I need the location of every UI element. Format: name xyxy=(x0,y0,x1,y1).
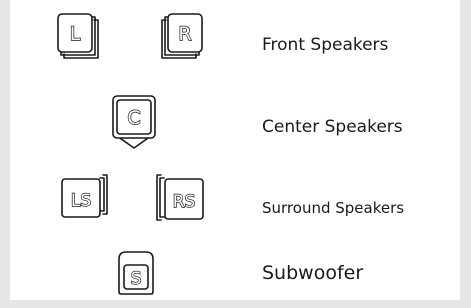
subwoofer-label: Subwoofer xyxy=(262,262,364,284)
svg-text:LS: LS xyxy=(71,191,91,211)
center-speakers-label: Center Speakers xyxy=(262,117,403,137)
svg-text:S: S xyxy=(131,269,142,289)
svg-text:R: R xyxy=(178,23,191,45)
surround-left-speaker-icon: LS xyxy=(61,174,108,218)
svg-text:L: L xyxy=(70,23,81,45)
subwoofer-icon: S xyxy=(118,251,154,295)
center-speaker-icon: C xyxy=(112,95,156,149)
front-speakers-label: Front Speakers xyxy=(262,35,389,55)
front-left-speaker-icon: L xyxy=(57,13,99,59)
svg-text:C: C xyxy=(127,107,140,129)
svg-text:RS: RS xyxy=(173,192,196,212)
surround-speakers-label: Surround Speakers xyxy=(262,199,405,217)
surround-right-speaker-icon: RS xyxy=(156,174,204,221)
front-right-speaker-icon: R xyxy=(161,13,203,59)
